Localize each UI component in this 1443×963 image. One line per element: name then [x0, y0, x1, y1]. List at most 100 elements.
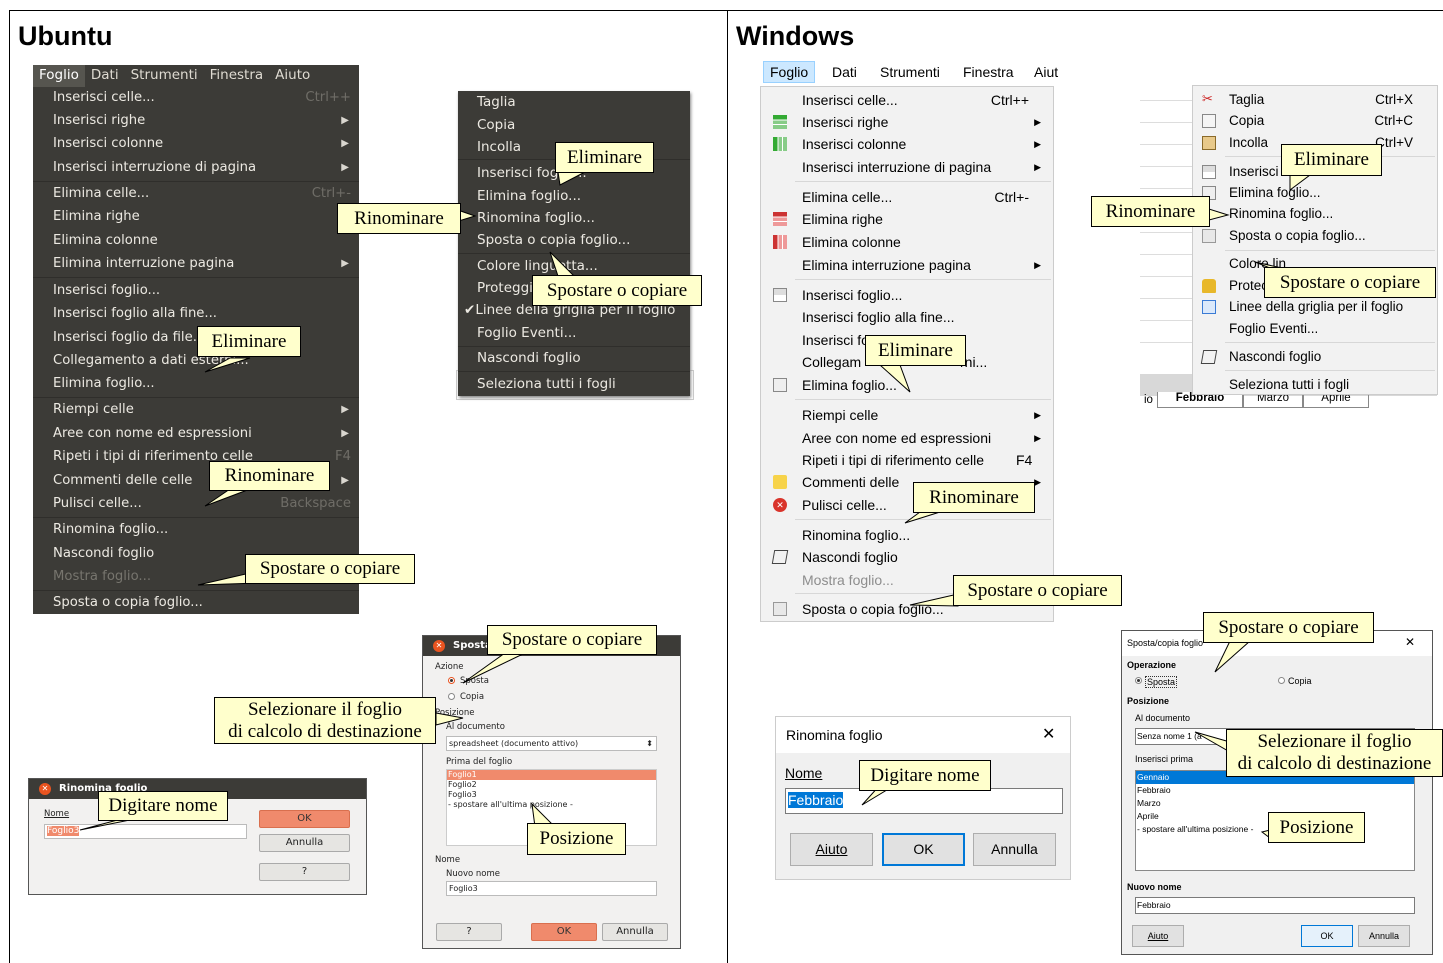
menubar-dati[interactable]: Dati	[85, 65, 125, 87]
menu-item-aree[interactable]: Aree con nome ed espressioni ▶	[53, 424, 351, 444]
ctx-taglia[interactable]: Taglia Ctrl+X	[1229, 90, 1427, 110]
menubar-dati[interactable]: Dati	[832, 64, 857, 80]
menu-item-inserisci-celle[interactable]: Inserisci celle... Ctrl++	[802, 90, 1043, 110]
insert-rows-icon	[773, 115, 787, 129]
menu-item-inserisci-celle[interactable]: Inserisci celle... Ctrl++	[53, 88, 351, 108]
ctx-rinomina-foglio[interactable]: Rinomina foglio...	[1229, 204, 1427, 224]
menu-item-inserisci-interruzione[interactable]: Inserisci interruzione di pagina ▶	[53, 158, 351, 178]
list-item[interactable]: Foglio3	[447, 790, 656, 800]
menu-item-elimina-foglio[interactable]: Elimina foglio...	[53, 374, 351, 394]
menu-item-label: Mostra foglio...	[53, 569, 152, 584]
menu-item-inserisci-foglio-fine[interactable]: Inserisci foglio alla fine...	[802, 307, 1043, 327]
ctx-elimina-foglio[interactable]: Elimina foglio...	[477, 186, 684, 206]
ctx-linee-griglia[interactable]: Linee della griglia per il foglio	[1229, 297, 1427, 317]
menu-item-inserisci-colonne[interactable]: Inserisci colonne ▶	[802, 134, 1043, 154]
ctx-nascondi-foglio[interactable]: Nascondi foglio	[477, 348, 684, 368]
sposta-radio[interactable]	[1135, 677, 1142, 684]
menu-item-rinomina-foglio[interactable]: Rinomina foglio...	[53, 520, 351, 540]
cancel-button[interactable]: Annulla	[602, 923, 668, 941]
tab-gennaio[interactable]: io	[1144, 394, 1153, 406]
menubar-aiuto[interactable]: Aiut	[1034, 64, 1058, 80]
menubar-finestra[interactable]: Finestra	[204, 65, 270, 87]
menubar-foglio[interactable]: Foglio	[763, 61, 816, 83]
menu-item-inserisci-foglio[interactable]: Inserisci foglio...	[53, 281, 351, 301]
ok-button[interactable]: OK	[259, 810, 350, 828]
menu-item-elimina-celle[interactable]: Elimina celle... Ctrl+-	[802, 187, 1043, 207]
menu-separator	[33, 181, 359, 182]
cancel-button[interactable]: Annulla	[973, 833, 1056, 866]
menu-item-elimina-interruzione[interactable]: Elimina interruzione pagina ▶	[53, 254, 351, 274]
heading-windows: Windows	[736, 21, 855, 51]
clear-icon: ✕	[773, 498, 787, 512]
menu-item-sposta-copia-foglio[interactable]: Sposta o copia foglio...	[53, 593, 351, 613]
help-button[interactable]: Aiuto	[1132, 925, 1184, 947]
ctx-seleziona-tutti[interactable]: Seleziona tutti i fogli	[1229, 375, 1427, 395]
cancel-button[interactable]: Annulla	[259, 834, 350, 852]
copia-radio[interactable]	[1278, 677, 1285, 684]
ctx-copia[interactable]: Copia	[477, 115, 684, 135]
ctx-elimina-foglio[interactable]: Elimina foglio...	[1229, 183, 1427, 203]
menu-item-elimina-interruzione[interactable]: Elimina interruzione pagina ▶	[802, 255, 1043, 275]
sposta-radio[interactable]	[448, 677, 455, 684]
ctx-seleziona-tutti[interactable]: Seleziona tutti i fogli	[477, 374, 684, 394]
menu-item-aree[interactable]: Aree con nome ed espressioni ▶	[802, 428, 1043, 448]
menu-item-inserisci-foglio[interactable]: Inserisci foglio...	[802, 285, 1043, 305]
menu-item-inserisci-righe[interactable]: Inserisci righe ▶	[802, 112, 1043, 132]
cancel-button[interactable]: Annulla	[1358, 925, 1410, 947]
menu-item-elimina-colonne[interactable]: Elimina colonne	[802, 232, 1043, 252]
menu-item-riempi-celle[interactable]: Riempi celle ▶	[802, 405, 1043, 425]
menu-separator	[33, 590, 359, 591]
close-icon[interactable]: ✕	[39, 783, 51, 795]
ctx-colore-linguetta[interactable]: Colore linguetta...	[477, 256, 684, 276]
menu-item-elimina-righe[interactable]: Elimina righe	[802, 209, 1043, 229]
ctx-rinomina-foglio[interactable]: Rinomina foglio...	[477, 208, 684, 228]
ok-button[interactable]: OK	[1301, 925, 1353, 947]
menubar-strumenti[interactable]: Strumenti	[880, 64, 940, 80]
copia-radio[interactable]	[448, 693, 455, 700]
menubar-aiuto[interactable]: Aiuto	[269, 65, 316, 87]
menu-item-inserisci-righe[interactable]: Inserisci righe ▶	[53, 111, 351, 131]
ctx-sposta-copia[interactable]: Sposta o copia foglio...	[477, 230, 684, 250]
ok-button[interactable]: OK	[882, 833, 965, 866]
nuovo-nome-input[interactable]: Foglio3	[446, 881, 657, 896]
menubar-foglio[interactable]: Foglio	[33, 65, 85, 87]
ctx-taglia[interactable]: Taglia	[477, 92, 684, 112]
list-item[interactable]: Marzo	[1136, 797, 1414, 810]
close-icon[interactable]: ✕	[1405, 635, 1415, 649]
menu-item-inserisci-foglio-fine[interactable]: Inserisci foglio alla fine...	[53, 304, 351, 324]
name-input[interactable]: Foglio3	[44, 824, 247, 839]
menu-item-rinomina-foglio[interactable]: Rinomina foglio...	[802, 525, 1043, 545]
documento-select[interactable]: spreadsheet (documento attivo) ⬍	[446, 736, 657, 751]
help-button[interactable]: Aiuto	[790, 833, 873, 866]
close-icon[interactable]: ✕	[433, 640, 445, 652]
help-button[interactable]: ?	[436, 923, 502, 941]
list-item[interactable]: - spostare all'ultima posizione -	[447, 800, 656, 810]
menu-item-ripeti[interactable]: Ripeti i tipi di riferimento celle F4	[802, 450, 1043, 470]
menu-item-nascondi-foglio[interactable]: Nascondi foglio	[802, 547, 1043, 567]
list-item[interactable]: Foglio2	[447, 780, 656, 790]
menubar-strumenti[interactable]: Strumenti	[125, 65, 204, 87]
menu-item-elimina-celle[interactable]: Elimina celle... Ctrl+-	[53, 184, 351, 204]
ctx-foglio-eventi[interactable]: Foglio Eventi...	[477, 323, 684, 343]
ctx-label: Protec	[1229, 278, 1269, 293]
nuovo-nome-input[interactable]: Febbraio	[1135, 897, 1415, 914]
menu-item-elimina-foglio[interactable]: Elimina foglio...	[802, 375, 1043, 395]
menu-item-inserisci-colonne[interactable]: Inserisci colonne ▶	[53, 134, 351, 154]
close-icon[interactable]: ✕	[1042, 724, 1055, 744]
menu-item-inserisci-interruzione[interactable]: Inserisci interruzione di pagina ▶	[802, 157, 1043, 177]
menubar-finestra[interactable]: Finestra	[963, 64, 1014, 80]
list-item[interactable]: Febbraio	[1136, 784, 1414, 797]
menu-item-riempi-celle[interactable]: Riempi celle ▶	[53, 400, 351, 420]
menu-item-pulisci[interactable]: Pulisci celle... Backspace	[53, 494, 351, 514]
menu-item-label: Inserisci righe	[53, 113, 146, 128]
help-button[interactable]: ?	[259, 863, 350, 881]
menu-item-elimina-righe[interactable]: Elimina righe	[53, 207, 351, 227]
ctx-sposta-copia[interactable]: Sposta o copia foglio...	[1229, 226, 1427, 246]
menu-item-elimina-colonne[interactable]: Elimina colonne	[53, 231, 351, 251]
ok-button[interactable]: OK	[531, 923, 597, 941]
list-item[interactable]: Foglio1	[447, 770, 656, 780]
ctx-nascondi-foglio[interactable]: Nascondi foglio	[1229, 347, 1427, 367]
ctx-foglio-eventi[interactable]: Foglio Eventi...	[1229, 319, 1427, 339]
name-input[interactable]: Febbraio	[785, 788, 1063, 814]
ctx-copia[interactable]: Copia Ctrl+C	[1229, 111, 1427, 131]
